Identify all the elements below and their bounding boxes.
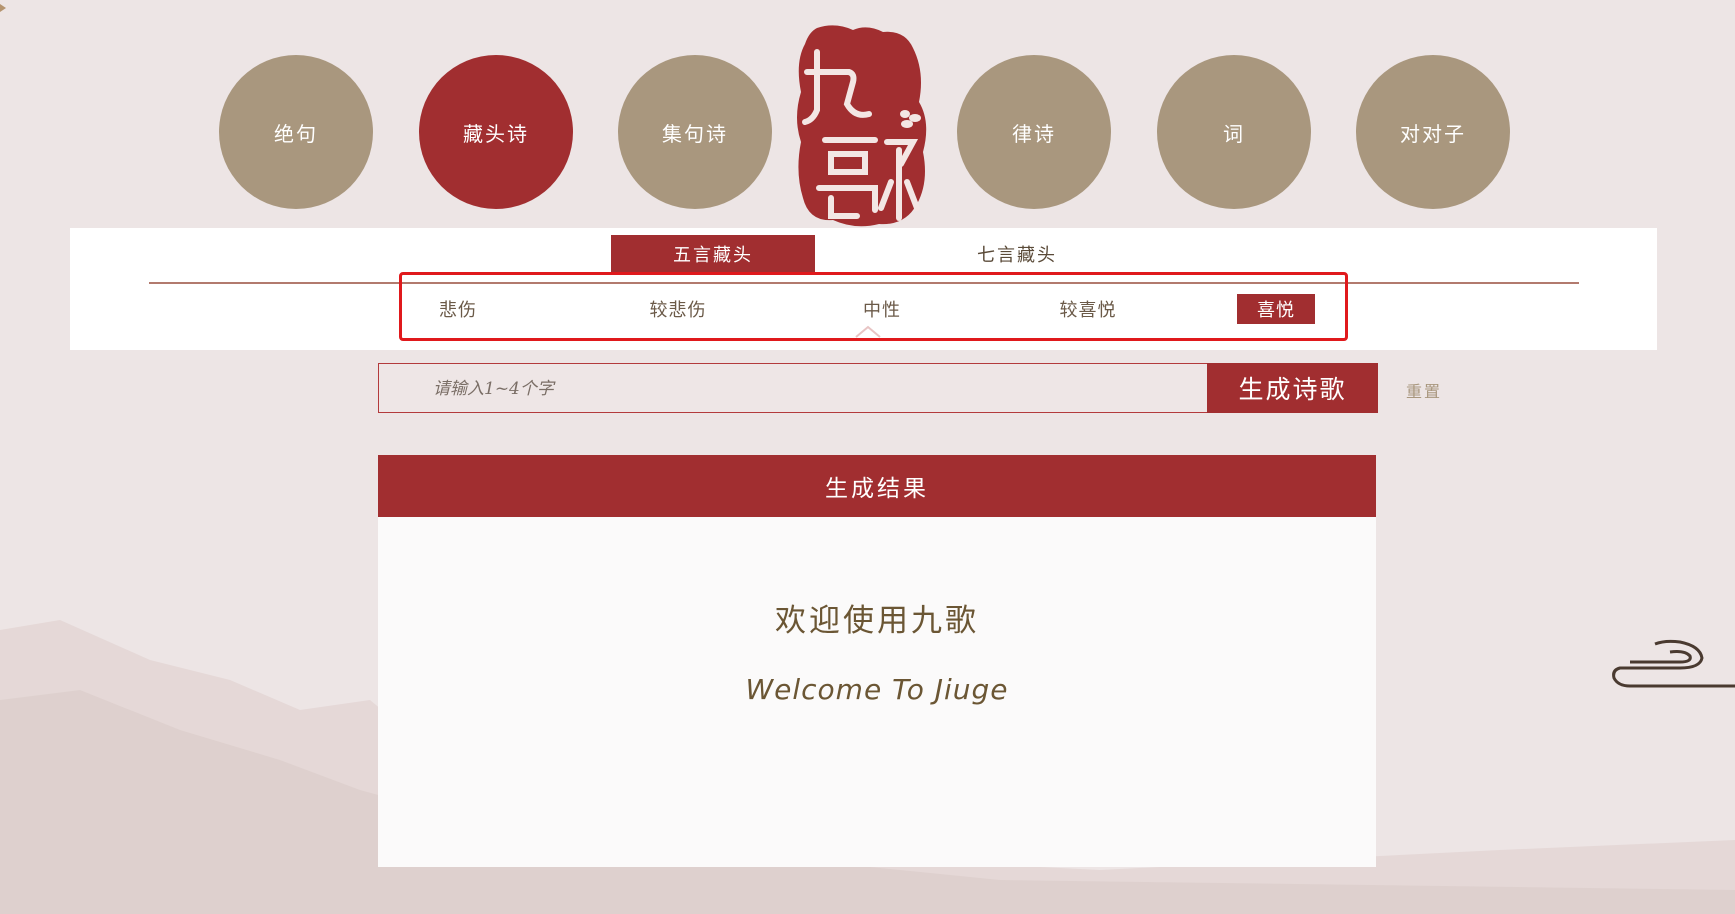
reset-link[interactable]: 重置 xyxy=(1406,378,1442,402)
generate-poem-button[interactable]: 生成诗歌 xyxy=(1207,363,1378,413)
nav-ci[interactable]: 词 xyxy=(1157,55,1311,209)
tab-wuyan-cangtou[interactable]: 五言藏头 xyxy=(611,235,815,272)
nav-lvshi[interactable]: 律诗 xyxy=(957,55,1111,209)
tab-qiyan-cangtou[interactable]: 七言藏头 xyxy=(915,235,1119,272)
emotion-jiaobeishang[interactable]: 较悲伤 xyxy=(635,294,721,324)
nav-jueju[interactable]: 绝句 xyxy=(219,55,373,209)
welcome-title-cn: 欢迎使用九歌 xyxy=(775,603,979,639)
result-header: 生成结果 xyxy=(378,455,1376,517)
nav-duiduizi[interactable]: 对对子 xyxy=(1356,55,1510,209)
panel-divider xyxy=(149,282,1579,284)
emotion-beishang[interactable]: 悲伤 xyxy=(425,294,491,324)
welcome-title-en: Welcome To Jiuge xyxy=(745,673,1009,706)
nav-cangtoushi[interactable]: 藏头诗 xyxy=(419,55,573,209)
nav-jijushi[interactable]: 集句诗 xyxy=(618,55,772,209)
corner-marker xyxy=(0,4,6,12)
poem-keyword-input[interactable] xyxy=(431,364,1195,414)
jiuge-logo xyxy=(797,25,927,227)
cloud-decoration-icon xyxy=(1612,639,1735,688)
emotion-xiyue[interactable]: 喜悦 xyxy=(1237,294,1315,324)
caret-up-icon xyxy=(855,325,881,338)
emotion-zhongxing[interactable]: 中性 xyxy=(849,294,915,324)
options-panel: 五言藏头 七言藏头 悲伤 较悲伤 中性 较喜悦 喜悦 xyxy=(70,228,1657,350)
emotion-jiaoxiyue[interactable]: 较喜悦 xyxy=(1045,294,1131,324)
result-body: 欢迎使用九歌 Welcome To Jiuge xyxy=(378,517,1376,867)
input-container xyxy=(378,363,1208,414)
